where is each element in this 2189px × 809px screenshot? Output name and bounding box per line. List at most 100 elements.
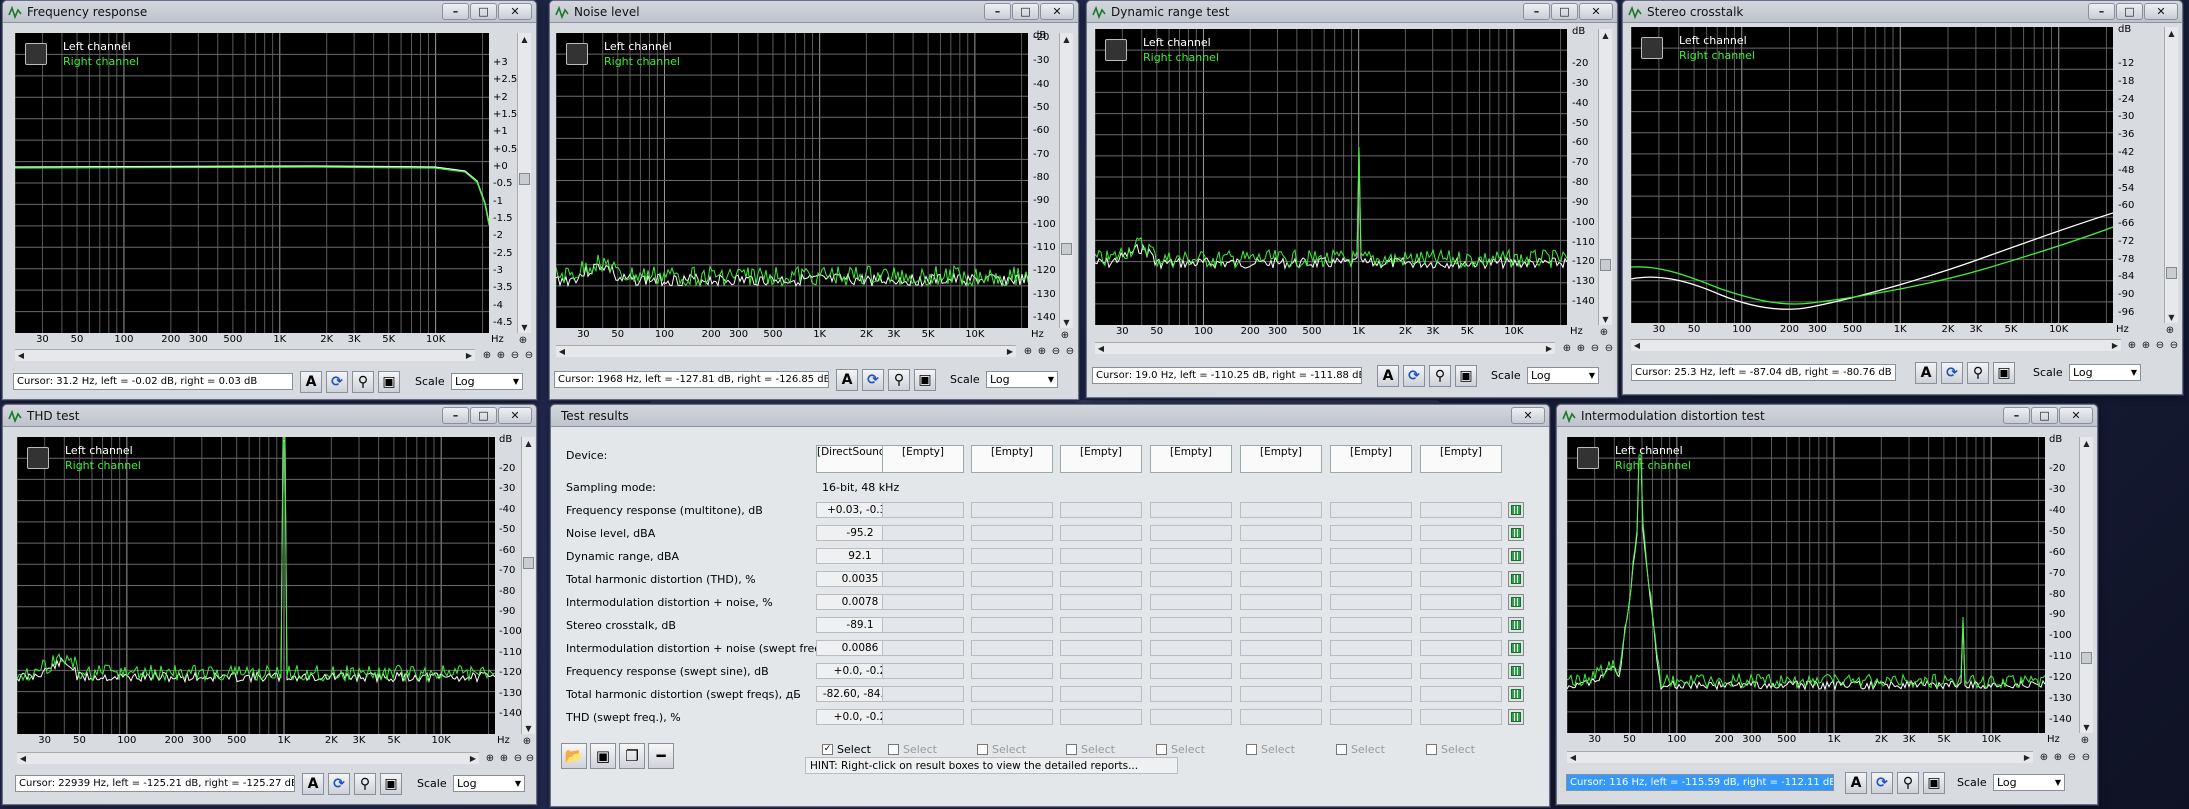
scale-select[interactable]: Log ▼ (2069, 364, 2141, 381)
minimize-button[interactable]: – (984, 3, 1011, 20)
scroll-down-arrow[interactable]: ▼ (519, 322, 530, 332)
empty-column-header[interactable]: [Empty] (1330, 445, 1412, 473)
scroll-down-arrow[interactable]: ▼ (1600, 314, 1611, 324)
save-icon[interactable]: ▣ (590, 743, 616, 769)
magnify-icon[interactable]: ⚲ (1967, 362, 1989, 384)
scroll-thumb[interactable] (2081, 652, 2092, 664)
zoom-in-icon[interactable]: ⊕ (521, 735, 533, 747)
magnify-icon[interactable]: ⚲ (354, 773, 376, 795)
horizontal-scrollbar[interactable]: ◀ ▶ (15, 349, 475, 361)
result-empty-cell[interactable] (882, 502, 964, 518)
magnify-icon[interactable]: ⚲ (352, 371, 374, 393)
select-checkbox[interactable]: Select (1156, 743, 1205, 756)
select-checkbox[interactable]: Select (1246, 743, 1295, 756)
scroll-thumb[interactable] (519, 173, 530, 185)
result-empty-cell[interactable] (971, 640, 1053, 656)
window-titlebar[interactable]: Dynamic range test – □ ✕ (1087, 1, 1617, 23)
result-empty-cell[interactable] (1330, 640, 1412, 656)
scroll-left-arrow[interactable]: ◀ (557, 346, 567, 357)
vertical-scrollbar[interactable]: ▲ ▼ (521, 437, 535, 734)
zoom-in-icon[interactable]: ⊕ (2052, 751, 2064, 763)
zoom-reset-icon[interactable]: ⊖ (524, 752, 536, 764)
save-icon[interactable]: ▣ (914, 369, 936, 391)
result-empty-cell[interactable] (1060, 709, 1142, 725)
result-empty-cell[interactable] (1150, 640, 1232, 656)
result-empty-cell[interactable] (1330, 594, 1412, 610)
font-icon[interactable]: A (1845, 772, 1867, 794)
result-empty-cell[interactable] (1420, 663, 1502, 679)
zoom-out-icon[interactable]: ⊖ (509, 349, 521, 361)
result-empty-cell[interactable] (1420, 709, 1502, 725)
scroll-up-arrow[interactable]: ▲ (1061, 34, 1072, 44)
font-icon[interactable]: A (1377, 365, 1399, 387)
stereo-crosstalk-window[interactable]: Stereo crosstalk – □ ✕ Left channel Righ… (1622, 0, 2183, 395)
scroll-thumb[interactable] (2166, 267, 2177, 279)
scroll-up-arrow[interactable]: ▲ (1600, 30, 1611, 40)
zoom-fit-icon[interactable]: ⊕ (1561, 342, 1573, 354)
scale-select[interactable]: Log ▼ (1527, 367, 1599, 384)
close-button[interactable]: ✕ (1040, 3, 1074, 20)
result-empty-cell[interactable] (1330, 548, 1412, 564)
zoom-in-icon[interactable]: ⊕ (1598, 326, 1610, 338)
select-checkbox[interactable]: Select (977, 743, 1026, 756)
result-empty-cell[interactable] (971, 502, 1053, 518)
zoom-in-icon[interactable]: ⊕ (1059, 329, 1071, 341)
result-empty-cell[interactable] (882, 571, 964, 587)
save-icon[interactable]: ▣ (1993, 362, 2015, 384)
refresh-icon[interactable]: ⟳ (862, 369, 884, 391)
test-results-window[interactable]: Test results ✕ Device: [DirectSound] Lau… (550, 404, 1550, 807)
scroll-right-arrow[interactable]: ▶ (464, 350, 474, 361)
result-empty-cell[interactable] (1420, 502, 1502, 518)
result-empty-cell[interactable] (1330, 502, 1412, 518)
dynamic-range-plot[interactable]: Left channel Right channel (1095, 29, 1567, 325)
save-icon[interactable]: ▣ (1923, 772, 1945, 794)
window-titlebar[interactable]: Test results ✕ (551, 405, 1549, 427)
minimize-button[interactable]: – (2088, 3, 2115, 20)
result-empty-cell[interactable] (1240, 640, 1322, 656)
result-empty-cell[interactable] (1420, 594, 1502, 610)
frequency-response-window[interactable]: Frequency response – □ ✕ Left channel Ri… (2, 0, 537, 400)
result-empty-cell[interactable] (971, 617, 1053, 633)
select-checkbox[interactable]: ✓ Select (822, 743, 871, 756)
stereo-crosstalk-plot[interactable]: Left channel Right channel (1631, 27, 2113, 323)
vertical-scrollbar[interactable]: ▲ ▼ (2079, 437, 2093, 733)
result-empty-cell[interactable] (882, 548, 964, 564)
maximize-button[interactable]: □ (470, 407, 497, 424)
window-titlebar[interactable]: Frequency response – □ ✕ (3, 1, 536, 23)
zoom-out-icon[interactable]: ⊖ (1589, 342, 1601, 354)
result-empty-cell[interactable] (1240, 548, 1322, 564)
maximize-button[interactable]: □ (470, 3, 497, 20)
result-empty-cell[interactable] (1060, 594, 1142, 610)
refresh-icon[interactable]: ⟳ (328, 773, 350, 795)
horizontal-scrollbar[interactable]: ◀ ▶ (1567, 751, 2033, 763)
scroll-right-arrow[interactable]: ▶ (2110, 340, 2120, 351)
result-empty-cell[interactable] (1420, 571, 1502, 587)
result-empty-cell[interactable] (882, 686, 964, 702)
result-empty-cell[interactable] (1150, 571, 1232, 587)
report-grid-icon[interactable] (1508, 617, 1524, 633)
result-empty-cell[interactable] (971, 709, 1053, 725)
result-empty-cell[interactable] (1420, 686, 1502, 702)
result-empty-cell[interactable] (971, 548, 1053, 564)
close-button[interactable]: ✕ (2144, 3, 2178, 20)
scroll-thumb[interactable] (1600, 259, 1611, 271)
result-empty-cell[interactable] (1150, 548, 1232, 564)
minimize-button[interactable]: – (1523, 3, 1550, 20)
scroll-right-arrow[interactable]: ▶ (468, 753, 478, 764)
font-icon[interactable]: A (302, 773, 324, 795)
result-empty-cell[interactable] (971, 686, 1053, 702)
result-empty-cell[interactable] (971, 571, 1053, 587)
result-empty-cell[interactable] (1060, 548, 1142, 564)
select-checkbox[interactable]: Select (1336, 743, 1385, 756)
scroll-right-arrow[interactable]: ▶ (1544, 343, 1554, 354)
zoom-reset-icon[interactable]: ⊖ (1603, 342, 1615, 354)
zoom-reset-icon[interactable]: ⊖ (2080, 751, 2092, 763)
maximize-button[interactable]: □ (1551, 3, 1578, 20)
report-grid-icon[interactable] (1508, 640, 1524, 656)
result-empty-cell[interactable] (1060, 525, 1142, 541)
result-empty-cell[interactable] (1240, 571, 1322, 587)
scale-select[interactable]: Log ▼ (986, 371, 1058, 388)
report-grid-icon[interactable] (1508, 571, 1524, 587)
save-icon[interactable]: ▣ (1455, 365, 1477, 387)
zoom-fit-icon[interactable]: ⊕ (2126, 339, 2138, 351)
